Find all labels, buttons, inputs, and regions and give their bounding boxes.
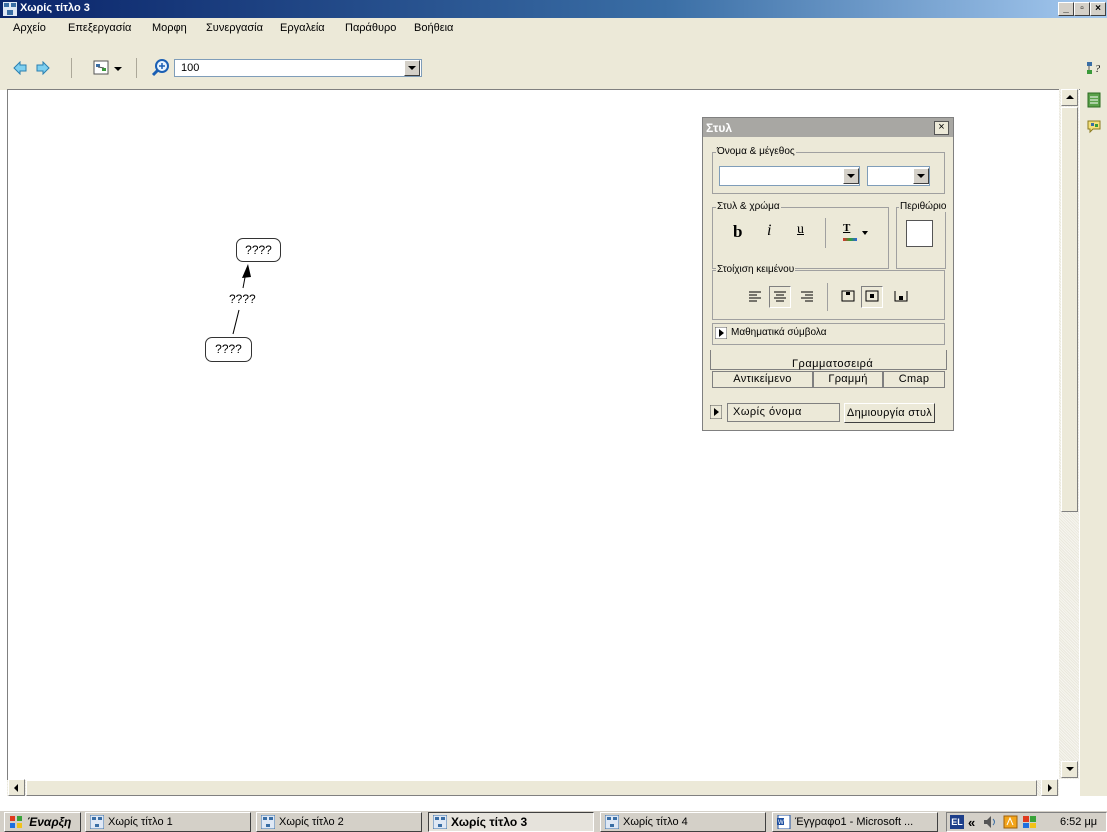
- tray-expand-chevron[interactable]: «: [968, 815, 975, 830]
- task-untitled-4[interactable]: Χωρίς τίτλο 4: [600, 812, 766, 832]
- text-color-dropdown-icon[interactable]: [862, 231, 868, 235]
- title-bar: Χωρίς τίτλο 3: [0, 0, 1107, 18]
- menu-help[interactable]: Βοήθεια: [414, 22, 453, 34]
- create-style-button[interactable]: Δημιουργία στυλ: [844, 403, 935, 423]
- vertical-scrollbar-thumb[interactable]: [1061, 107, 1078, 512]
- tab-object[interactable]: Αντικείμενο: [712, 371, 813, 388]
- minimize-button[interactable]: _: [1058, 2, 1074, 16]
- antivirus-icon[interactable]: [1003, 815, 1019, 829]
- style-panel-title: Στυλ: [706, 121, 733, 135]
- tab-cmap[interactable]: Cmap: [883, 371, 945, 388]
- scroll-left-button[interactable]: [8, 779, 25, 796]
- style-color-label: Στυλ & χρώμα: [716, 201, 781, 212]
- style-list-arrow-icon[interactable]: [710, 405, 722, 419]
- cmap-app-icon: [261, 815, 275, 829]
- task-word-document[interactable]: W Έγγραφο1 - Microsoft ...: [772, 812, 938, 832]
- view-icon[interactable]: [93, 59, 111, 77]
- right-side-panel: [1080, 89, 1107, 796]
- menu-file[interactable]: Αρχείο: [13, 22, 46, 34]
- menu-window[interactable]: Παράθυρο: [345, 22, 396, 34]
- clock: 6:52 μμ: [1060, 816, 1098, 828]
- bold-button[interactable]: b: [733, 222, 742, 242]
- concept-node-bottom[interactable]: ????: [205, 337, 252, 362]
- math-symbols-label[interactable]: Μαθηματικά σύμβολα: [731, 327, 827, 338]
- style-separator: [825, 218, 826, 248]
- tab-line[interactable]: Γραμμή: [813, 371, 883, 388]
- style-panel: Στυλ × Όνομα & μέγεθος Στυλ & χρώμα b i …: [702, 117, 954, 431]
- horizontal-scrollbar-thumb[interactable]: [26, 780, 1037, 796]
- start-button[interactable]: Έναρξη: [4, 812, 81, 832]
- toolbar-separator: [136, 58, 137, 78]
- task-label: Χωρίς τίτλο 3: [451, 815, 528, 829]
- concept-node-top[interactable]: ????: [236, 238, 281, 262]
- task-label: Χωρίς τίτλο 2: [279, 816, 344, 828]
- align-center-icon[interactable]: [773, 291, 787, 303]
- task-label: Χωρίς τίτλο 1: [108, 816, 173, 828]
- text-color-button[interactable]: T: [843, 222, 850, 234]
- font-name-select[interactable]: [719, 166, 860, 186]
- tab-font[interactable]: Γραμματοσειρά: [792, 358, 873, 370]
- text-alignment-label: Στοίχιση κειμένου: [716, 264, 796, 275]
- word-document-icon: W: [777, 815, 791, 829]
- close-button[interactable]: ×: [1090, 2, 1106, 16]
- zoom-input[interactable]: 100: [174, 59, 422, 77]
- margin-box[interactable]: [906, 220, 933, 247]
- menu-format[interactable]: Μορφη: [152, 22, 187, 34]
- link-label[interactable]: ????: [229, 292, 256, 306]
- valign-middle-icon[interactable]: [865, 290, 879, 302]
- style-panel-close-button[interactable]: ×: [934, 121, 949, 135]
- font-size-select[interactable]: [867, 166, 930, 186]
- task-untitled-1[interactable]: Χωρίς τίτλο 1: [85, 812, 251, 832]
- back-arrow-icon[interactable]: [13, 61, 27, 75]
- valign-top-icon[interactable]: [841, 290, 855, 302]
- forward-arrow-icon[interactable]: [36, 61, 50, 75]
- windows-logo-icon: [10, 816, 22, 828]
- font-name-size-label: Όνομα & μέγεθος: [716, 146, 796, 157]
- menu-collaboration[interactable]: Συνεργασία: [206, 22, 263, 34]
- scroll-down-button[interactable]: [1061, 761, 1078, 778]
- maximize-button[interactable]: ▫: [1074, 2, 1090, 16]
- scroll-up-button[interactable]: [1061, 89, 1078, 106]
- valign-bottom-icon[interactable]: [894, 290, 908, 302]
- text-alignment-group: [712, 270, 945, 320]
- concept-help-icon[interactable]: ?: [1086, 60, 1102, 76]
- margin-label: Περιθώριο: [899, 201, 948, 212]
- scroll-right-button[interactable]: [1041, 779, 1058, 796]
- style-name-field[interactable]: Χωρίς όνομα: [727, 403, 840, 422]
- cmap-app-icon: [433, 815, 447, 829]
- task-label: Χωρίς τίτλο 4: [623, 816, 688, 828]
- align-right-icon[interactable]: [800, 291, 814, 303]
- zoom-icon[interactable]: [151, 58, 170, 77]
- menu-edit[interactable]: Επεξεργασία: [68, 22, 131, 34]
- zoom-dropdown-button[interactable]: [404, 60, 420, 76]
- text-color-swatch: [843, 238, 857, 241]
- speaker-icon[interactable]: [983, 815, 999, 829]
- task-untitled-2[interactable]: Χωρίς τίτλο 2: [256, 812, 422, 832]
- menu-bar: Αρχείο Επεξεργασία Μορφη Συνεργασία Εργα…: [0, 18, 1107, 38]
- toolbar-separator: [71, 58, 72, 78]
- task-untitled-3[interactable]: Χωρίς τίτλο 3: [428, 812, 594, 832]
- window-title: Χωρίς τίτλο 3: [20, 2, 90, 14]
- italic-button[interactable]: i: [767, 222, 771, 240]
- start-label: Έναρξη: [27, 815, 72, 829]
- svg-text:?: ?: [1095, 64, 1100, 75]
- expand-arrow-icon[interactable]: [715, 327, 727, 339]
- cmap-app-icon: [90, 815, 104, 829]
- align-separator: [827, 283, 828, 311]
- underline-button[interactable]: u: [797, 222, 804, 238]
- language-indicator[interactable]: EL: [950, 815, 964, 829]
- task-label: Έγγραφο1 - Microsoft ...: [795, 816, 914, 828]
- cmap-app-icon: [3, 2, 17, 16]
- menu-tools[interactable]: Εργαλεία: [280, 22, 325, 34]
- cmap-app-icon: [605, 815, 619, 829]
- svg-text:W: W: [778, 820, 784, 826]
- discussion-icon[interactable]: [1087, 119, 1103, 135]
- style-panel-title-bar[interactable]: Στυλ ×: [703, 118, 953, 137]
- security-center-icon[interactable]: [1022, 815, 1038, 829]
- view-dropdown-icon[interactable]: [114, 67, 122, 71]
- notes-icon[interactable]: [1087, 92, 1101, 108]
- align-left-icon[interactable]: [748, 291, 762, 303]
